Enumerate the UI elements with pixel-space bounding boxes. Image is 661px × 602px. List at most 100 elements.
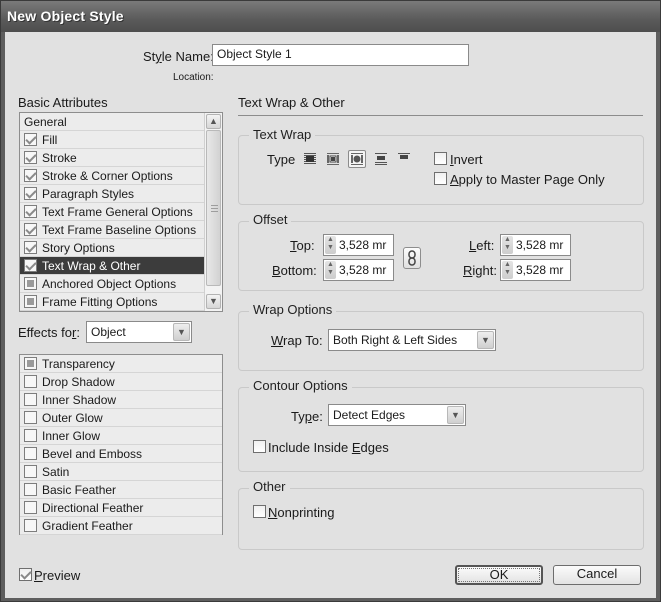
nonprinting-checkbox[interactable] <box>253 505 266 518</box>
list-item-label: Gradient Feather <box>42 519 133 533</box>
list-item[interactable]: Text Wrap & Other <box>20 257 204 275</box>
right-label: Right: <box>463 263 497 278</box>
list-item-label: Stroke <box>42 151 77 165</box>
list-item-label: General <box>24 115 67 129</box>
offset-group <box>238 221 644 291</box>
list-item[interactable]: Story Options <box>20 239 204 257</box>
item-checkbox[interactable] <box>24 169 37 182</box>
offset-title: Offset <box>249 212 292 227</box>
list-item[interactable]: Directional Feather <box>20 499 222 517</box>
wrap-to-select[interactable]: Both Right & Left Sides ▼ <box>328 329 496 351</box>
chevron-down-icon: ▼ <box>173 323 190 341</box>
list-item[interactable]: Frame Fitting Options <box>20 293 204 311</box>
bottom-offset-field[interactable]: ▲ ▼ 3,528 mr <box>323 259 394 281</box>
top-offset-field[interactable]: ▲ ▼ 3,528 mr <box>323 234 394 256</box>
list-item[interactable]: Stroke & Corner Options <box>20 167 204 185</box>
chevron-up-icon: ▲ <box>209 116 218 126</box>
list-item[interactable]: Text Frame General Options <box>20 203 204 221</box>
link-offsets-button[interactable] <box>403 247 421 269</box>
other-title: Other <box>249 479 290 494</box>
list-item[interactable]: Inner Glow <box>20 427 222 445</box>
panel-heading: Text Wrap & Other <box>238 95 345 110</box>
item-checkbox[interactable] <box>24 241 37 254</box>
top-label: Top: <box>290 238 315 253</box>
wrap-to-label: Wrap To: <box>271 333 323 348</box>
spinner-arrows-icon[interactable]: ▲ ▼ <box>325 236 336 254</box>
right-offset-field[interactable]: ▲ ▼ 3,528 mr <box>500 259 571 281</box>
item-checkbox[interactable] <box>24 429 37 442</box>
item-checkbox[interactable] <box>24 259 37 272</box>
include-inside-edges-checkbox[interactable] <box>253 440 266 453</box>
scroll-thumb[interactable] <box>206 130 221 286</box>
item-checkbox[interactable] <box>24 295 37 308</box>
text-wrap-group <box>238 135 644 205</box>
list-item-label: Text Wrap & Other <box>42 259 141 273</box>
nonprinting-label: Nonprinting <box>268 505 335 520</box>
spinner-arrows-icon[interactable]: ▲ ▼ <box>502 236 513 254</box>
chain-link-icon <box>408 250 416 266</box>
item-checkbox[interactable] <box>24 205 37 218</box>
preview-checkbox[interactable] <box>19 568 32 581</box>
item-checkbox[interactable] <box>24 411 37 424</box>
item-checkbox[interactable] <box>24 393 37 406</box>
list-item[interactable]: Drop Shadow <box>20 373 222 391</box>
item-checkbox[interactable] <box>24 151 37 164</box>
effects-for-select[interactable]: Object ▼ <box>86 321 192 343</box>
jump-next-column-icon[interactable] <box>396 151 412 167</box>
item-checkbox[interactable] <box>24 519 37 532</box>
list-item[interactable]: Gradient Feather <box>20 517 222 535</box>
ok-button[interactable]: OK <box>455 565 543 585</box>
invert-checkbox[interactable] <box>434 152 447 165</box>
list-item-label: Transparency <box>42 357 115 371</box>
style-name-value: Object Style 1 <box>217 47 292 61</box>
list-item[interactable]: Anchored Object Options <box>20 275 204 293</box>
contour-type-select[interactable]: Detect Edges ▼ <box>328 404 466 426</box>
list-item-label: Fill <box>42 133 58 147</box>
list-item-label: Satin <box>42 465 70 479</box>
item-checkbox[interactable] <box>24 465 37 478</box>
item-checkbox[interactable] <box>24 223 37 236</box>
list-item[interactable]: Fill <box>20 131 204 149</box>
list-item-label: Stroke & Corner Options <box>42 169 173 183</box>
item-checkbox[interactable] <box>24 357 37 370</box>
item-checkbox[interactable] <box>24 187 37 200</box>
list-item[interactable]: Transparency <box>20 355 222 373</box>
master-page-only-checkbox[interactable] <box>434 172 447 185</box>
heading-divider <box>238 115 643 116</box>
basic-attributes-scrollbar[interactable]: ▲ ▼ <box>204 113 222 311</box>
wrap-object-shape-icon[interactable] <box>348 150 366 168</box>
chevron-down-icon: ▼ <box>477 331 494 349</box>
jump-object-icon[interactable] <box>373 151 389 167</box>
item-checkbox[interactable] <box>24 277 37 290</box>
list-item[interactable]: Satin <box>20 463 222 481</box>
list-item-label: Inner Glow <box>42 429 101 443</box>
no-wrap-icon[interactable] <box>302 151 318 167</box>
list-item[interactable]: General <box>20 113 204 131</box>
list-item-label: Inner Shadow <box>42 393 117 407</box>
dialog-body: Style Name: Object Style 1 Location: Bas… <box>5 32 656 598</box>
dialog-title: New Object Style <box>7 8 124 24</box>
list-item[interactable]: Outer Glow <box>20 409 222 427</box>
spinner-arrows-icon[interactable]: ▲ ▼ <box>502 261 513 279</box>
title-bar[interactable]: New Object Style <box>1 1 660 32</box>
list-item[interactable]: Inner Shadow <box>20 391 222 409</box>
style-name-input[interactable]: Object Style 1 <box>212 44 469 66</box>
item-checkbox[interactable] <box>24 483 37 496</box>
contour-options-group <box>238 387 644 472</box>
list-item[interactable]: Text Frame Baseline Options <box>20 221 204 239</box>
item-checkbox[interactable] <box>24 375 37 388</box>
left-offset-field[interactable]: ▲ ▼ 3,528 mr <box>500 234 571 256</box>
list-item[interactable]: Bevel and Emboss <box>20 445 222 463</box>
spinner-arrows-icon[interactable]: ▲ ▼ <box>325 261 336 279</box>
wrap-bounding-box-icon[interactable] <box>325 151 341 167</box>
item-checkbox[interactable] <box>24 133 37 146</box>
chevron-down-icon: ▼ <box>447 406 464 424</box>
list-item[interactable]: Stroke <box>20 149 204 167</box>
item-checkbox[interactable] <box>24 447 37 460</box>
list-item[interactable]: Paragraph Styles <box>20 185 204 203</box>
scroll-down-button[interactable]: ▼ <box>206 294 221 309</box>
cancel-button[interactable]: Cancel <box>553 565 641 585</box>
list-item[interactable]: Basic Feather <box>20 481 222 499</box>
scroll-up-button[interactable]: ▲ <box>206 114 221 129</box>
item-checkbox[interactable] <box>24 501 37 514</box>
